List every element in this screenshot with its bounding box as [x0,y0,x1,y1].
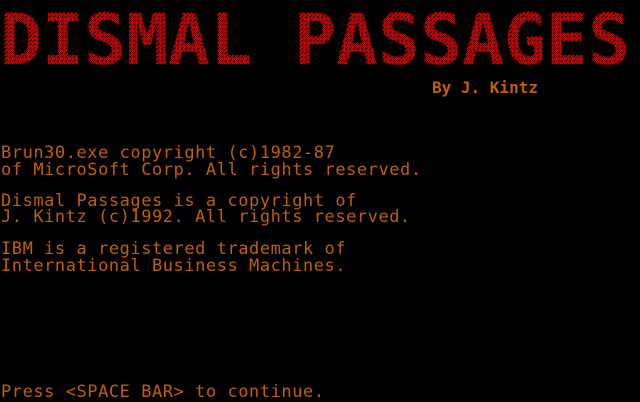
continue-prompt[interactable]: Press <SPACE BAR> to continue. [1,383,325,401]
game-title: DISMAL PASSAGES [0,0,630,72]
credit-line-6: International Business Machines. [1,256,347,276]
title-screen[interactable]: DISMAL PASSAGES By J. Kintz Brun30.exe c… [0,0,640,401]
title-logo-graphic: DISMAL PASSAGES [0,0,630,72]
author-byline: By J. Kintz [432,78,538,97]
game-title-logo: DISMAL PASSAGES [0,0,632,72]
credit-line-2: of MicroSoft Corp. All rights reserved. [1,160,422,180]
credit-line-4: J. Kintz (c)1992. All rights reserved. [1,207,411,227]
